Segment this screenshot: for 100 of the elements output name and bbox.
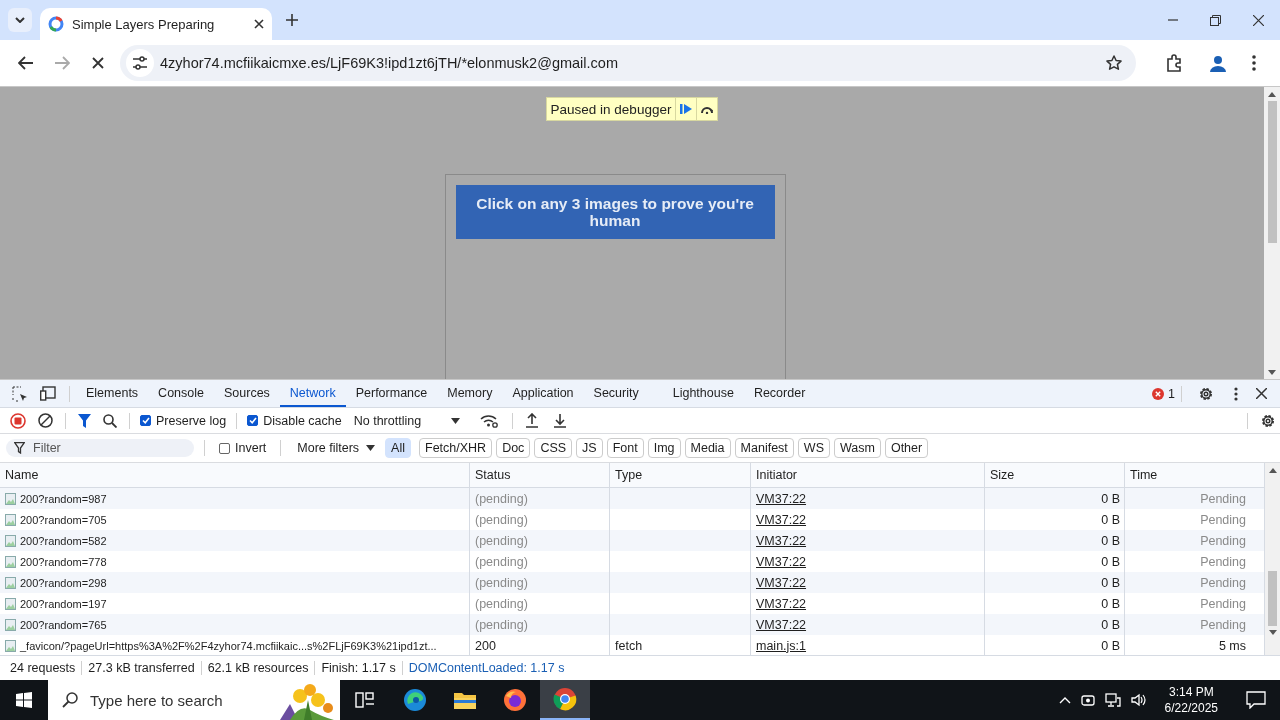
tab-search-button[interactable] [8, 8, 32, 32]
time-text: Pending [1200, 575, 1246, 590]
close-icon[interactable] [1253, 14, 1264, 26]
step-over-icon [700, 104, 715, 114]
type-filter-chip[interactable]: JS [576, 438, 603, 458]
star-icon[interactable] [1106, 55, 1122, 71]
close-icon[interactable] [1256, 388, 1267, 399]
request-name[interactable]: 200?random=765 [20, 618, 107, 631]
checkbox[interactable] [247, 415, 259, 426]
filter-field[interactable]: Filter [6, 439, 194, 457]
address-bar[interactable]: 4zyhor74.mcfiikaicmxe.es/LjF69K3!ipd1zt6jTH/*elonmusk2@gmail.com [120, 45, 1136, 81]
column-header[interactable]: Size [990, 468, 1015, 482]
browser-tab[interactable]: Simple Layers Preparing [40, 8, 272, 40]
plus-icon[interactable] [286, 14, 298, 26]
devtools-tab[interactable]: Recorder [743, 380, 816, 407]
disable-cache-checkbox[interactable]: Disable cache [247, 413, 342, 428]
chevron-up-icon[interactable] [1058, 696, 1071, 704]
initiator-link[interactable]: VM37:22 [756, 512, 807, 527]
type-filter-chip[interactable]: Manifest [734, 438, 794, 458]
devtools-tab[interactable]: Sources [214, 380, 280, 407]
type-filter-chip[interactable]: Media [684, 438, 731, 458]
column-header[interactable]: Time [1130, 468, 1158, 482]
puzzle-icon[interactable] [1165, 54, 1183, 72]
request-name[interactable]: 200?random=987 [20, 492, 107, 505]
search-icon[interactable] [103, 413, 117, 428]
devtools-tab[interactable]: Security [583, 380, 649, 407]
summary-link[interactable]: DOMContentLoaded: 1.17 s [402, 661, 571, 675]
request-name[interactable]: 200?random=197 [20, 597, 107, 610]
device-toolbar-icon[interactable] [40, 386, 57, 401]
initiator-link[interactable]: main.js:1 [756, 638, 807, 653]
type-filter-chip[interactable]: CSS [534, 438, 573, 458]
more-options-icon[interactable] [1234, 386, 1238, 401]
devtools-tab[interactable]: Performance [345, 380, 438, 407]
type-filter-chip[interactable]: All [385, 438, 411, 458]
type-filter-chip[interactable]: Img [647, 438, 681, 458]
initiator-link[interactable]: VM37:22 [756, 533, 807, 548]
inspect-element-icon[interactable] [12, 385, 28, 402]
notification-icon[interactable] [1246, 691, 1266, 709]
back-arrow-icon[interactable] [18, 56, 34, 70]
restore-icon[interactable] [1210, 14, 1221, 26]
type-filter-chip[interactable]: Fetch/XHR [419, 438, 493, 458]
request-name[interactable]: 200?random=778 [20, 555, 107, 568]
upload-icon[interactable] [525, 413, 540, 428]
request-name[interactable]: 200?random=705 [20, 513, 107, 526]
devtools-tab[interactable]: Application [502, 380, 584, 407]
network-icon[interactable] [1104, 693, 1121, 707]
type-filter-chip[interactable]: WS [797, 438, 830, 458]
site-settings-icon[interactable] [132, 56, 148, 70]
scrollbar[interactable] [1264, 87, 1280, 379]
scroll-down-icon[interactable] [1268, 370, 1276, 375]
webcam-icon[interactable] [1080, 693, 1095, 707]
column-header[interactable]: Status [475, 468, 511, 482]
scroll-up-icon[interactable] [1268, 468, 1277, 473]
type-filter-chip[interactable]: Font [606, 438, 644, 458]
stop-icon[interactable] [92, 57, 104, 69]
scroll-up-icon[interactable] [1268, 92, 1276, 97]
scroll-thumb[interactable] [1268, 571, 1277, 626]
download-icon[interactable] [553, 413, 568, 428]
clock[interactable]: 3:14 PM 6/22/2025 [1164, 684, 1218, 716]
scroll-down-icon[interactable] [1268, 630, 1277, 635]
speaker-icon[interactable] [1130, 693, 1147, 707]
devtools-tab[interactable]: Memory [437, 380, 503, 407]
settings-icon[interactable] [1260, 412, 1276, 429]
initiator-link[interactable]: VM37:22 [756, 575, 807, 590]
search-icon [62, 692, 78, 708]
record-stop-icon[interactable] [10, 412, 26, 429]
taskbar-app-button[interactable] [540, 680, 590, 720]
initiator-link[interactable]: VM37:22 [756, 596, 807, 611]
devtools-tab[interactable]: Elements [76, 380, 149, 407]
request-name[interactable]: _favicon/?pageUrl=https%3A%2F%2F4zyhor74.mcfiikaic...s%2FLjF69K3%21ipd1zt... [20, 639, 437, 652]
column-header[interactable]: Name [5, 468, 39, 482]
initiator-link[interactable]: VM37:22 [756, 491, 807, 506]
invert-checkbox[interactable]: Invert [219, 441, 267, 455]
network-conditions-icon[interactable] [480, 413, 499, 428]
request-name[interactable]: 200?random=298 [20, 576, 107, 589]
type-filter-chip[interactable]: Doc [496, 438, 531, 458]
throttling-dropdown[interactable]: No throttling [353, 413, 461, 428]
scrollbar[interactable] [1265, 463, 1280, 655]
menu-icon[interactable] [1252, 55, 1256, 71]
devtools-tab[interactable]: Console [148, 380, 214, 407]
settings-icon[interactable] [1198, 385, 1214, 402]
profile-icon[interactable] [1209, 54, 1227, 72]
preserve-log-checkbox[interactable]: Preserve log [140, 413, 227, 428]
initiator-link[interactable]: VM37:22 [756, 617, 807, 632]
column-header[interactable]: Initiator [756, 468, 797, 482]
error-counter[interactable]: 1 [1152, 386, 1175, 401]
devtools-tab[interactable]: Network [279, 380, 346, 407]
request-name[interactable]: 200?random=582 [20, 534, 107, 547]
close-icon[interactable] [254, 19, 264, 29]
more-filters-dropdown[interactable]: More filters [297, 441, 376, 455]
filter-icon[interactable] [78, 413, 91, 428]
type-filter-chip[interactable]: Wasm [833, 438, 881, 458]
devtools-tab[interactable]: Lighthouse [662, 380, 744, 407]
column-header[interactable]: Type [615, 468, 643, 482]
initiator-link[interactable]: VM37:22 [756, 554, 807, 569]
type-filter-chip[interactable]: Other [884, 438, 929, 458]
checkbox[interactable] [140, 415, 151, 426]
clear-icon[interactable] [38, 413, 53, 428]
status-text: (pending) [475, 617, 528, 632]
checkbox[interactable] [219, 442, 230, 454]
